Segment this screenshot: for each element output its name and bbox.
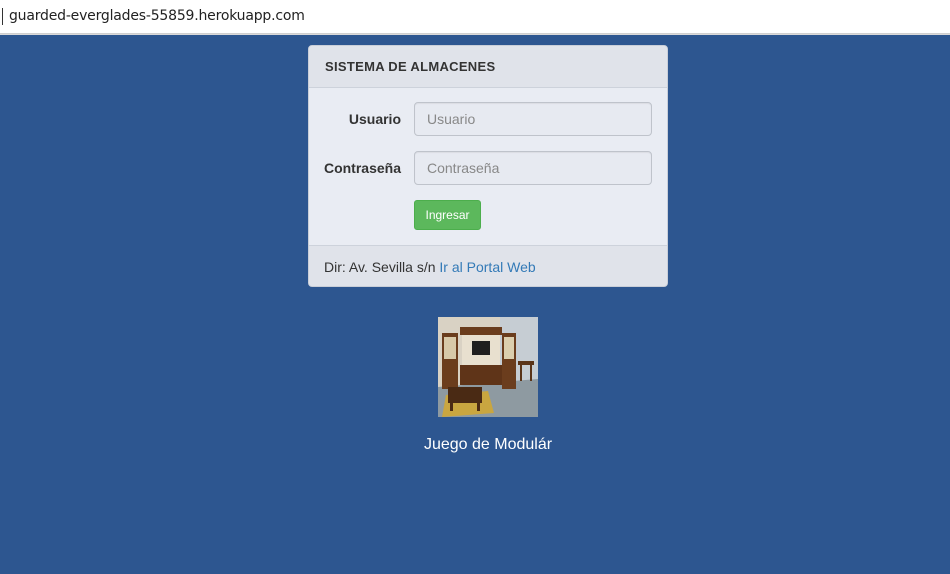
portal-link[interactable]: Ir al Portal Web [439, 259, 535, 275]
panel-footer: Dir: Av. Sevilla s/n Ir al Portal Web [309, 245, 667, 286]
password-row: Contraseña [309, 151, 667, 185]
password-input[interactable] [414, 151, 652, 185]
product-image[interactable] [438, 317, 538, 417]
product-caption: Juego de Modulár [423, 436, 553, 453]
address-bar[interactable]: guarded-everglades-55859.herokuapp.com [0, 0, 950, 34]
address-text: Dir: Av. Sevilla s/n [324, 259, 436, 275]
username-label: Usuario [348, 111, 401, 127]
login-panel: SISTEMA DE ALMACENES Usuario Contraseña … [308, 45, 668, 287]
text-cursor [2, 8, 3, 25]
address-url[interactable]: guarded-everglades-55859.herokuapp.com [9, 8, 305, 24]
panel-title: SISTEMA DE ALMACENES [325, 59, 496, 74]
username-input[interactable] [414, 102, 652, 136]
username-row: Usuario [309, 102, 667, 136]
login-button[interactable]: Ingresar [414, 200, 481, 230]
panel-heading: SISTEMA DE ALMACENES [309, 46, 667, 88]
password-label: Contraseña [323, 160, 401, 176]
furniture-photo [438, 317, 538, 417]
